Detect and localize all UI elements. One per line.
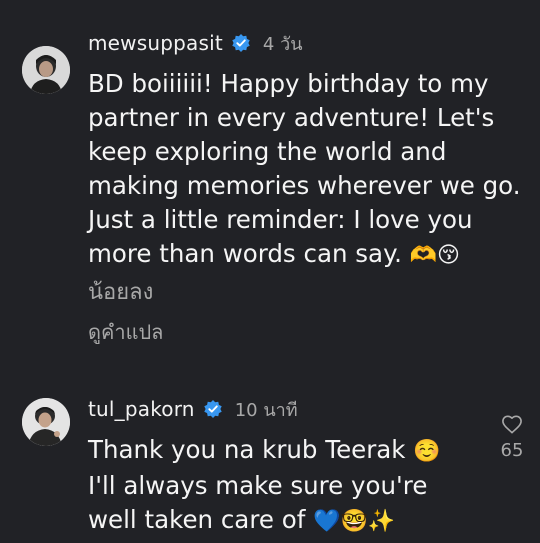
username[interactable]: mewsuppasit: [88, 31, 223, 55]
verified-badge-icon: [232, 34, 250, 52]
emoji-smiling-face: ☺️: [413, 439, 441, 464]
comment-line-text: well taken care of: [88, 505, 306, 534]
like-control: 65: [492, 414, 532, 461]
avatar[interactable]: [22, 398, 70, 446]
username[interactable]: tul_pakorn: [88, 397, 195, 421]
comment-line: well taken care of 💙🤓✨: [88, 503, 441, 539]
comment-header: tul_pakorn 10 นาที: [88, 394, 298, 424]
comment-header: mewsuppasit 4 วัน: [88, 28, 303, 58]
see-less-button[interactable]: น้อยลง: [88, 274, 153, 309]
comment-line-last: more than words can say. 🫶😚: [88, 237, 521, 273]
comment-line-text: more than words can say.: [88, 239, 402, 268]
comment-line: Thank you na krub Teerak ☺️: [88, 433, 441, 469]
emoji-heart-hands-kissing: 🫶😚: [409, 243, 460, 268]
comment-text: Thank you na krub Teerak ☺️ I'll always …: [88, 433, 441, 539]
avatar[interactable]: [22, 46, 70, 94]
comment-tul-pakorn: tul_pakorn 10 นาที Thank you na krub Tee…: [0, 380, 540, 543]
comment-line-text: Thank you na krub Teerak: [88, 435, 406, 464]
timestamp: 10 นาที: [234, 399, 298, 421]
avatar-image: [22, 46, 70, 94]
timestamp: 4 วัน: [262, 33, 303, 55]
comment-line: Just a little reminder: I love you: [88, 205, 473, 234]
comment-line: keep exploring the world and: [88, 137, 447, 166]
verified-badge-icon: [203, 400, 222, 418]
avatar-image: [22, 398, 70, 446]
comment-line: making memories wherever we go.: [88, 171, 521, 200]
comment-text: BD boiiiiii! Happy birthday to my partne…: [88, 67, 521, 273]
comment-line: partner in every adventure! Let's: [88, 103, 495, 132]
comment-line: I'll always make sure you're: [88, 471, 428, 500]
comment-mewsuppasit: mewsuppasit 4 วัน BD boiiiiii! Happy bir…: [0, 0, 540, 360]
comment-line: BD boiiiiii! Happy birthday to my: [88, 69, 489, 98]
emoji-blue-heart-nerd-sparkles: 💙🤓✨: [313, 509, 396, 534]
see-translation-button[interactable]: ดูคำแปล: [88, 316, 163, 348]
heart-outline-icon[interactable]: [501, 414, 523, 434]
like-count: 65: [500, 440, 524, 461]
